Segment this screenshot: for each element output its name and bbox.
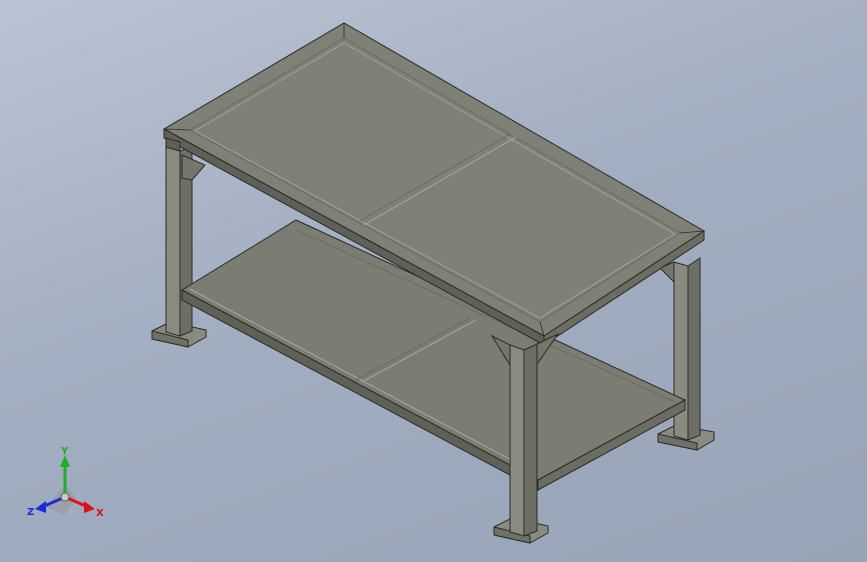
triad-origin — [60, 492, 70, 502]
z-axis-label: Z — [27, 507, 34, 518]
graphics-viewport[interactable]: Y X Z — [0, 0, 867, 562]
workbench-model[interactable] — [0, 0, 867, 562]
axis-triad: Y X Z — [27, 446, 104, 519]
y-axis-label: Y — [60, 446, 69, 457]
z-axis-arrow — [35, 501, 46, 513]
x-axis-arrow — [84, 501, 95, 513]
x-axis-label: X — [96, 508, 104, 519]
